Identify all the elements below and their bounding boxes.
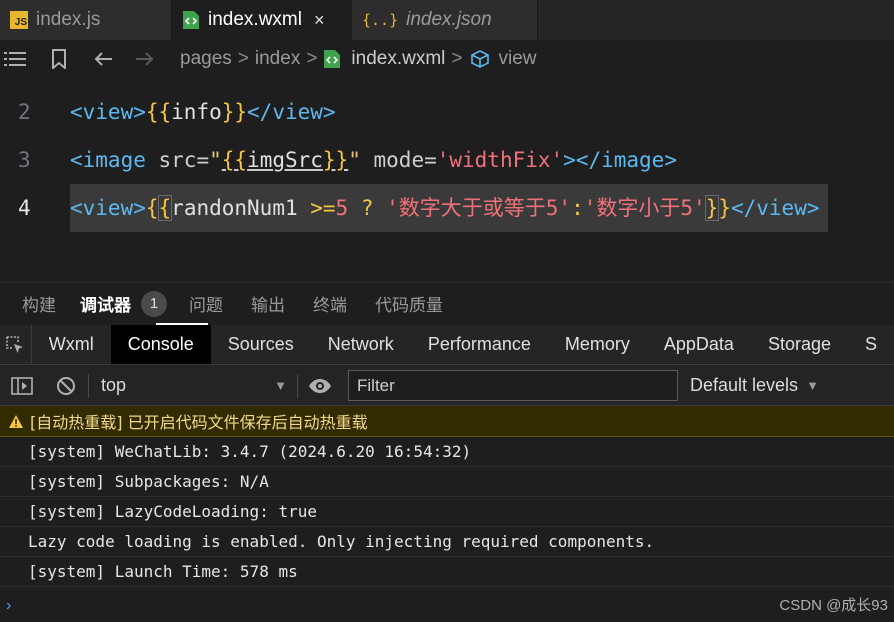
tab-truncated[interactable]: S — [848, 325, 894, 364]
crumb-separator: > — [306, 48, 318, 69]
line-number: 4 — [18, 196, 31, 220]
dropdown-arrow-icon: ▼ — [806, 378, 819, 393]
tab-debugger[interactable]: 调试器 1 — [72, 283, 208, 325]
code-line[interactable]: 2 <view>{{info}}</view> — [0, 88, 894, 136]
tab-index-wxml[interactable]: index.wxml × — [172, 0, 352, 40]
warning-icon — [4, 414, 28, 429]
crumb-pages[interactable]: pages — [180, 48, 232, 70]
back-arrow-icon[interactable] — [88, 44, 118, 74]
code-editor[interactable]: 2 <view>{{info}}</view> 3 <image src="{{… — [0, 88, 894, 232]
crumb-separator: > — [451, 48, 463, 69]
console-line: [system] Subpackages: N/A — [0, 467, 894, 497]
context-select[interactable]: top ▼ — [89, 375, 297, 396]
code-text: <image src="{{imgSrc}}" mode='widthFix'>… — [70, 148, 677, 172]
tab-label: index.json — [406, 9, 492, 30]
crumb-index-wxml[interactable]: index.wxml — [351, 48, 445, 70]
console-prompt[interactable]: › — [0, 589, 894, 622]
console-warning: [自动热重载] 已开启代码文件保存后自动热重载 — [0, 406, 894, 437]
tab-network[interactable]: Network — [311, 325, 411, 364]
warning-text: [自动热重载] 已开启代码文件保存后自动热重载 — [30, 413, 368, 432]
eye-icon[interactable] — [298, 366, 342, 406]
code-text: <view>{{info}}</view> — [70, 100, 336, 124]
tab-problems[interactable]: 问题 — [183, 283, 239, 325]
tab-label: index.wxml — [208, 9, 302, 30]
tab-index-json[interactable]: {..} index.json — [352, 0, 538, 40]
list-icon[interactable] — [0, 44, 30, 74]
tab-appdata[interactable]: AppData — [647, 325, 751, 364]
wxml-file-icon — [323, 49, 341, 69]
tab-console[interactable]: Console — [110, 325, 211, 364]
js-file-icon: JS — [10, 11, 28, 29]
tab-sources[interactable]: Sources — [211, 325, 311, 364]
close-icon[interactable]: × — [314, 10, 325, 31]
crumb-view[interactable]: view — [499, 48, 537, 70]
bookmark-icon[interactable] — [44, 44, 74, 74]
sidebar-toggle-icon[interactable] — [0, 366, 44, 406]
console-toolbar: top ▼ Default levels ▼ — [0, 366, 894, 406]
code-line-current[interactable]: 4 <view>{{randonNum1 >=5 ? '数字大于或等于5':'数… — [0, 184, 894, 232]
prompt-chevron-icon: › — [6, 596, 12, 614]
levels-value: Default levels — [690, 375, 799, 395]
tab-memory[interactable]: Memory — [548, 325, 647, 364]
context-value: top — [101, 375, 127, 395]
tab-performance[interactable]: Performance — [411, 325, 548, 364]
panel-tab-bar: 构建 调试器 1 问题 输出 终端 代码质量 — [0, 282, 894, 325]
console-line: [system] Launch Time: 578 ms — [0, 557, 894, 587]
tab-code-quality[interactable]: 代码质量 — [363, 283, 459, 325]
code-text: <view>{{randonNum1 >=5 ? '数字大于或等于5':'数字小… — [70, 184, 828, 232]
code-line[interactable]: 3 <image src="{{imgSrc}}" mode='widthFix… — [0, 136, 894, 184]
crumb-index[interactable]: index — [255, 48, 300, 70]
dropdown-arrow-icon: ▼ — [274, 378, 287, 393]
console-line: [system] LazyCodeLoading: true — [0, 497, 894, 527]
tab-build[interactable]: 构建 — [0, 283, 72, 325]
levels-select[interactable]: Default levels ▼ — [690, 375, 819, 396]
line-number: 2 — [18, 100, 31, 124]
console-line: Lazy code loading is enabled. Only injec… — [0, 527, 894, 557]
devtools-tab-bar: Wxml Console Sources Network Performance… — [0, 325, 894, 365]
debugger-badge: 1 — [141, 290, 167, 317]
editor-tab-bar: JS index.js index.wxml × {..} index.json — [0, 0, 894, 40]
inspect-element-icon[interactable] — [0, 325, 32, 364]
json-file-icon: {..} — [362, 11, 399, 29]
line-number: 3 — [18, 148, 31, 172]
tab-wxml[interactable]: Wxml — [32, 325, 111, 364]
forward-arrow-icon[interactable] — [130, 44, 160, 74]
cube-icon — [469, 49, 491, 69]
wxml-file-icon — [182, 10, 200, 30]
tab-terminal[interactable]: 终端 — [301, 283, 363, 325]
tab-index-js[interactable]: JS index.js — [0, 0, 172, 40]
tab-label: index.js — [36, 9, 101, 30]
crumb-separator: > — [237, 48, 249, 69]
console-line: [system] WeChatLib: 3.4.7 (2024.6.20 16:… — [0, 437, 894, 467]
breadcrumb: pages > index > index.wxml > view — [0, 40, 894, 78]
console-messages: [自动热重载] 已开启代码文件保存后自动热重载 [system] WeChatL… — [0, 406, 894, 587]
clear-console-icon[interactable] — [44, 366, 88, 406]
watermark: CSDN @成长93 — [779, 597, 888, 614]
tab-storage[interactable]: Storage — [751, 325, 848, 364]
tab-output[interactable]: 输出 — [239, 283, 301, 325]
filter-input[interactable] — [348, 370, 678, 401]
